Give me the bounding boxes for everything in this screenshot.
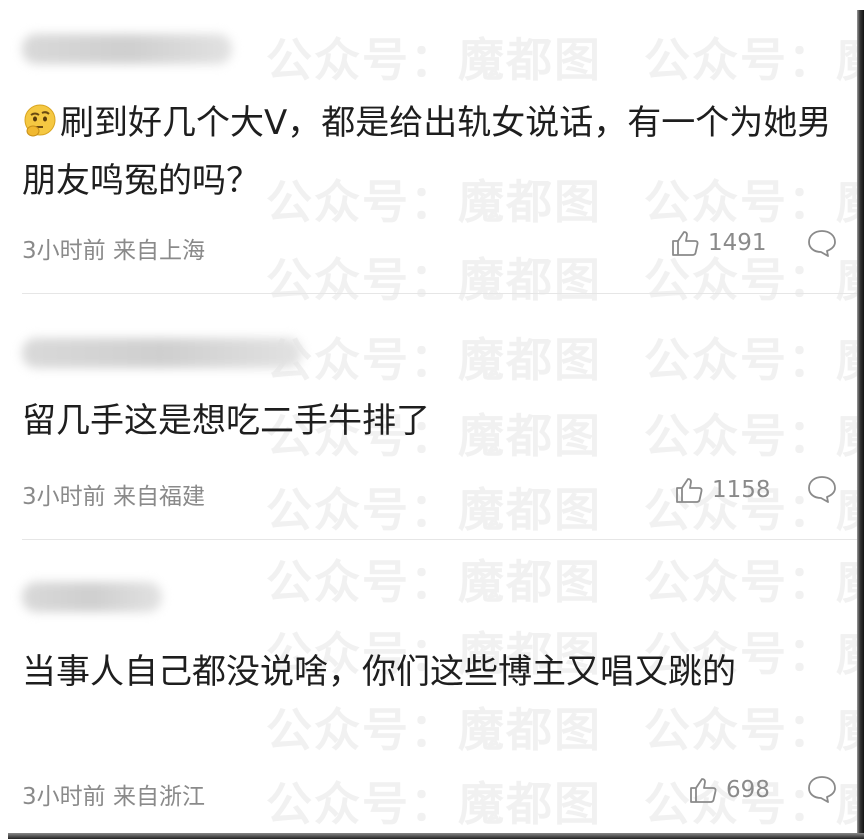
comment-meta: 3小时前 来自浙江 bbox=[22, 777, 205, 811]
comment-location: 来自福建 bbox=[112, 484, 205, 510]
comment-location: 来自上海 bbox=[112, 238, 205, 264]
comment-meta: 3小时前 来自上海 bbox=[22, 231, 205, 265]
frame-shadow-bottom bbox=[8, 833, 864, 839]
username-blurred bbox=[22, 338, 302, 368]
comment-text: 留几手这是想吃二手牛排了 bbox=[22, 392, 834, 450]
comment-bubble-icon[interactable] bbox=[806, 774, 838, 804]
username-blurred bbox=[22, 582, 162, 612]
comment-bubble-icon[interactable] bbox=[806, 474, 838, 504]
like-button[interactable]: 1158 bbox=[674, 475, 771, 505]
like-button[interactable]: 698 bbox=[688, 775, 770, 805]
comment-body: 留几手这是想吃二手牛排了 bbox=[22, 401, 430, 441]
comment-location: 来自浙江 bbox=[112, 784, 205, 810]
comment-body: 刷到好几个大V，都是给出轨女说话，有一个为她男朋友鸣冤的吗？ bbox=[22, 103, 832, 201]
frame-shadow-right bbox=[857, 10, 864, 839]
thumbs-up-icon bbox=[672, 231, 699, 256]
comment-time: 3小时前 bbox=[22, 484, 106, 510]
comment-item: 当事人自己都没说啥，你们这些博主又唱又跳的 3小时前 来自浙江 698 bbox=[4, 540, 857, 833]
comment-list: 公众号：魔都图 公众号：魔都图 公众号：魔都图 公众号：魔都图 公众号：魔都图 … bbox=[4, 6, 857, 833]
username-blurred bbox=[22, 34, 232, 64]
comment-time: 3小时前 bbox=[22, 784, 106, 810]
comment-time: 3小时前 bbox=[22, 238, 106, 264]
like-count: 1491 bbox=[708, 230, 767, 256]
thumbs-up-icon bbox=[690, 778, 717, 803]
like-button[interactable]: 1491 bbox=[670, 228, 767, 258]
comment-bubble-icon[interactable] bbox=[806, 228, 838, 258]
like-count: 1158 bbox=[712, 477, 771, 503]
comment-meta: 3小时前 来自福建 bbox=[22, 477, 205, 511]
comment-body: 当事人自己都没说啥，你们这些博主又唱又跳的 bbox=[22, 652, 736, 692]
comment-item: 刷到好几个大V，都是给出轨女说话，有一个为她男朋友鸣冤的吗？ 3小时前 来自上海… bbox=[4, 6, 857, 294]
thumbs-up-icon bbox=[676, 478, 703, 503]
comment-item: 留几手这是想吃二手牛排了 3小时前 来自福建 1158 bbox=[4, 294, 857, 540]
like-count: 698 bbox=[726, 777, 770, 803]
thinking-face-icon bbox=[24, 104, 56, 137]
comment-text: 当事人自己都没说啥，你们这些博主又唱又跳的 bbox=[22, 643, 834, 701]
comment-text: 刷到好几个大V，都是给出轨女说话，有一个为她男朋友鸣冤的吗？ bbox=[22, 94, 834, 210]
